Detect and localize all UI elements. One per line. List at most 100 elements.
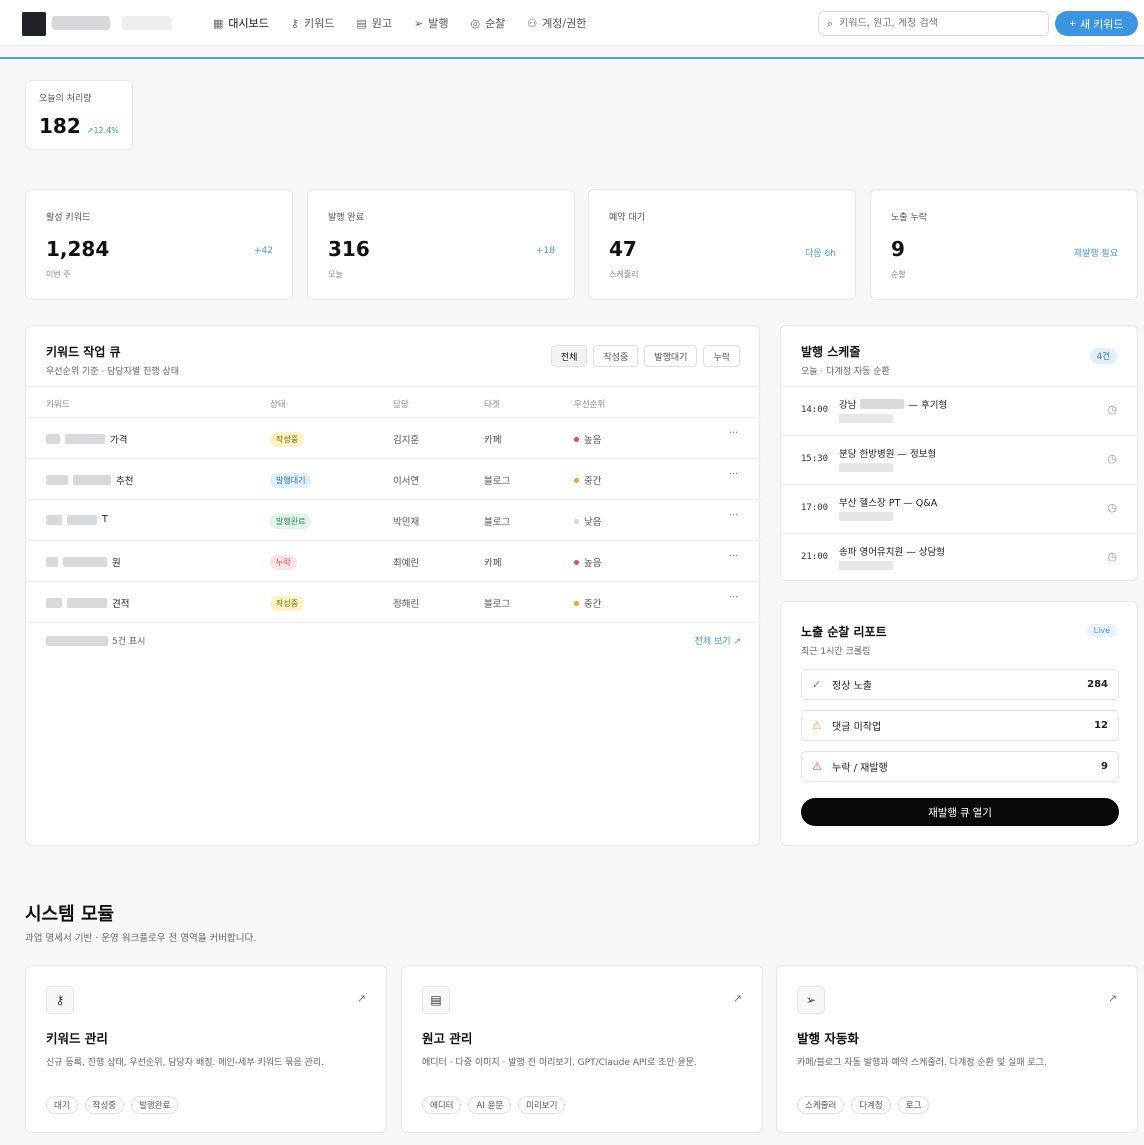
- priority-cell: 중간: [574, 473, 601, 487]
- nav-item-3[interactable]: ➢ 발행: [414, 15, 448, 31]
- filter-chip-0[interactable]: 전체: [550, 345, 588, 367]
- module-tags: 스케줄러 다계정 로그: [797, 1096, 930, 1114]
- nav-item-0[interactable]: ▦ 대시보드: [213, 15, 269, 31]
- status-cell: 누락: [270, 555, 297, 570]
- nav-item-label: 순찰: [485, 17, 506, 30]
- redacted-text: [860, 399, 905, 409]
- status-badge: 누락: [270, 555, 297, 570]
- queue-count-text: 5건 표시: [112, 637, 146, 647]
- more-options-icon[interactable]: ···: [729, 592, 738, 603]
- keyword-cell: 견적: [46, 596, 129, 610]
- module-tag: 대기: [46, 1096, 78, 1114]
- report-row[interactable]: ⚠ 누락 / 재발행 9: [801, 751, 1119, 782]
- priority-label: 중간: [584, 476, 602, 487]
- filter-chip-2[interactable]: 발행대기: [644, 345, 698, 367]
- nav-item-1[interactable]: ⚷ 키워드: [291, 15, 334, 31]
- redacted-text: [65, 434, 105, 444]
- radar-icon: ◎: [470, 16, 481, 30]
- status-badge: 발행대기: [270, 473, 312, 488]
- table-row[interactable]: 가격 작성중 김지훈 카페 높음 ···: [26, 418, 761, 459]
- module-title: 발행 자동화: [797, 1031, 859, 1046]
- column-header: 우선순위: [574, 400, 606, 410]
- stat-side-note[interactable]: 재발행 필요: [1074, 246, 1118, 259]
- queue-subtitle: 우선순위 기준 · 담당자별 진행 상태: [46, 367, 180, 377]
- schedule-name-prefix: 분당 한방병원 — 정보형: [839, 449, 937, 460]
- schedule-item[interactable]: 15:30 분당 한방병원 — 정보형 ◷: [781, 435, 1137, 484]
- exposure-report-panel: 노출 순찰 리포트 최근 1시간 크롤링 Live ✓ 정상 노출 284 ⚠ 댓글 미…: [780, 601, 1138, 846]
- modules-title: 시스템 모듈: [25, 904, 115, 925]
- table-row[interactable]: 견적 작성중 정해린 블로그 중간 ···: [26, 582, 761, 623]
- column-header: 담당: [393, 400, 409, 410]
- live-badge: Live: [1086, 624, 1117, 637]
- keyword-suffix: T: [102, 514, 108, 525]
- nav-item-label: 원고: [371, 17, 392, 30]
- schedule-time: 21:00: [801, 552, 829, 562]
- keyword-cell: 가격: [46, 432, 127, 446]
- nav-item-2[interactable]: ▤ 원고: [356, 15, 392, 31]
- logo-icon[interactable]: [22, 12, 46, 36]
- table-row[interactable]: 추천 발행대기 이서연 블로그 중간 ···: [26, 459, 761, 500]
- column-header: 상태: [270, 400, 286, 410]
- filter-chip-1[interactable]: 작성중: [593, 345, 639, 367]
- priority-dot-icon: [574, 600, 579, 606]
- filter-chip-3[interactable]: 누락: [703, 345, 740, 367]
- module-tags: 에디터 AI 윤문 미리보기: [422, 1096, 566, 1114]
- schedule-item[interactable]: 21:00 송파 영어유치원 — 상담형 ◷: [781, 533, 1137, 582]
- open-reissue-queue-button[interactable]: 재발행 큐 열기: [801, 798, 1119, 826]
- search-icon: ⌕: [827, 16, 834, 30]
- module-title: 원고 관리: [422, 1031, 473, 1046]
- view-all-link[interactable]: 전체 보기 ↗: [695, 634, 741, 647]
- arrow-up-right-icon[interactable]: ↗: [1108, 992, 1117, 1005]
- report-row[interactable]: ⚠ 댓글 미작업 12: [801, 710, 1119, 741]
- table-row[interactable]: T 발행완료 박민재 블로그 낮음 ···: [26, 500, 761, 541]
- schedule-item[interactable]: 14:00 강남 — 후기형 ◷: [781, 386, 1137, 435]
- arrow-up-right-icon[interactable]: ↗: [733, 992, 742, 1005]
- document-icon: ▤: [422, 986, 450, 1014]
- module-tags: 대기 작성중 발행완료: [46, 1096, 179, 1114]
- redacted-text: [73, 475, 111, 485]
- more-options-icon[interactable]: ···: [729, 469, 738, 480]
- plus-icon: +: [1069, 17, 1076, 30]
- report-row-count: 12: [1094, 720, 1108, 731]
- new-keyword-button[interactable]: + 새 키워드: [1055, 11, 1138, 36]
- report-subtitle: 최근 1시간 크롤링: [801, 647, 871, 657]
- channel-cell: 블로그: [484, 599, 511, 610]
- more-options-icon[interactable]: ···: [729, 428, 738, 439]
- more-options-icon[interactable]: ···: [729, 510, 738, 521]
- nav-item-label: 대시보드: [228, 17, 269, 30]
- module-card-0[interactable]: ⚷ ↗ 키워드 관리 신규 등록, 진행 상태, 우선순위, 담당자 배정. 메인-세…: [25, 965, 387, 1133]
- module-card-1[interactable]: ▤ ↗ 원고 관리에디터 · 다중 이미지 · 발행 전 미리보기. GPT/Cla…: [401, 965, 763, 1133]
- arrow-up-right-icon[interactable]: ↗: [357, 992, 366, 1005]
- send-icon: ➢: [413, 16, 424, 30]
- keyword-cell: 추천: [46, 473, 133, 487]
- queue-filters: 전체 작성중 발행대기 누락: [550, 345, 740, 367]
- status-cell: 작성중: [270, 432, 305, 447]
- table-row[interactable]: 원 누락 최예린 카페 높음 ···: [26, 541, 761, 582]
- channel-cell: 카페: [484, 435, 502, 446]
- today-delta: ↗12.4%: [86, 126, 119, 135]
- send-icon: ➢: [797, 986, 825, 1014]
- keyword-cell: 원: [46, 555, 121, 569]
- nav-item-4[interactable]: ◎ 순찰: [470, 15, 505, 31]
- schedule-name-suffix: — 후기형: [908, 400, 948, 411]
- keyword-suffix: 견적: [112, 599, 130, 610]
- nav-item-5[interactable]: ⚇ 계정/권한: [527, 15, 586, 31]
- search-box[interactable]: ⌕: [818, 11, 1049, 36]
- priority-label: 높음: [584, 558, 602, 569]
- module-description: 에디터 · 다중 이미지 · 발행 전 미리보기. GPT/Claude API…: [422, 1058, 697, 1068]
- schedule-time: 17:00: [801, 503, 829, 513]
- priority-dot-icon: [574, 518, 579, 524]
- document-icon: ▤: [356, 16, 367, 30]
- owner-cell: 김지훈: [393, 435, 420, 446]
- schedule-name: 송파 영어유치원 — 상담형: [839, 544, 945, 558]
- priority-cell: 낮음: [574, 514, 601, 528]
- more-options-icon[interactable]: ···: [729, 551, 738, 562]
- nav-item-label: 계정/권한: [542, 17, 587, 30]
- module-card-2[interactable]: ➢ ↗ 발행 자동화 카페/블로그 자동 발행과 예약 스케줄러. 다계정 순환 및 …: [776, 965, 1138, 1133]
- module-tag: 로그: [897, 1096, 930, 1114]
- schedule-item[interactable]: 17:00 부산 헬스장 PT — Q&A ◷: [781, 484, 1137, 533]
- status-badge: 발행완료: [270, 514, 312, 529]
- report-row[interactable]: ✓ 정상 노출 284: [801, 669, 1119, 700]
- schedule-time: 14:00: [801, 405, 829, 415]
- search-input[interactable]: [839, 18, 1030, 29]
